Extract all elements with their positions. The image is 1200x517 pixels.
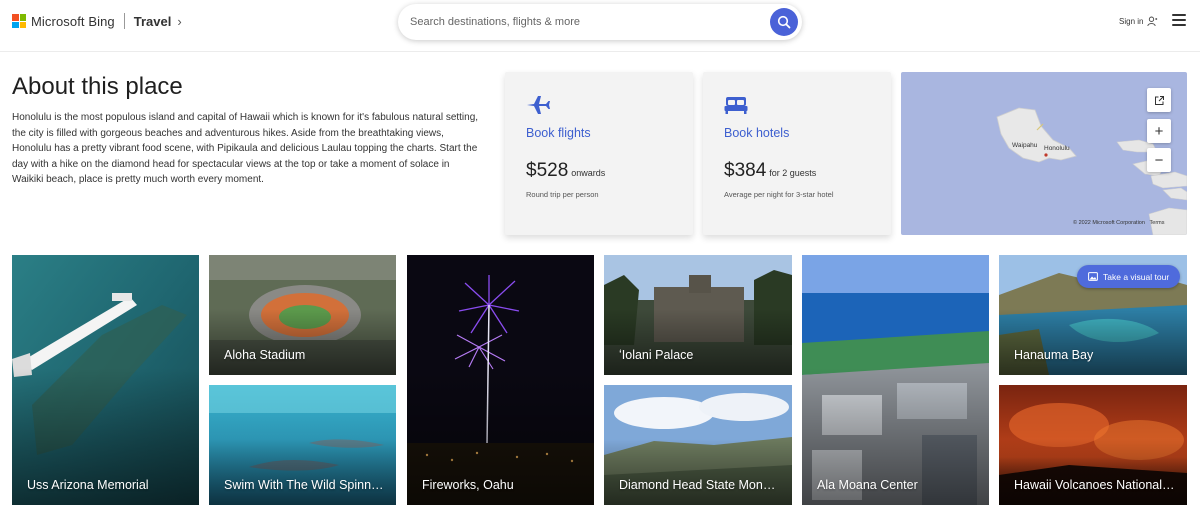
visual-tour-button[interactable]: Take a visual tour bbox=[1077, 265, 1181, 288]
attraction-tile-iolani-palace[interactable]: ʻIolani Palace bbox=[604, 255, 792, 375]
zoom-in-button[interactable]: + bbox=[1147, 119, 1171, 143]
about-description: Honolulu is the most populous island and… bbox=[12, 112, 479, 185]
attraction-tile-fireworks[interactable]: Fireworks, Oahu bbox=[407, 255, 594, 505]
attraction-tile-aloha-stadium[interactable]: Aloha Stadium bbox=[209, 255, 396, 375]
attraction-label: Hanauma Bay bbox=[1014, 348, 1094, 362]
travel-section-link[interactable]: Travel bbox=[134, 14, 172, 29]
attraction-tile-ala-moana[interactable]: Ala Moana Center bbox=[802, 255, 989, 505]
flight-price: $528 onwards bbox=[526, 160, 606, 181]
attraction-label: Swim With The Wild Spinner Dolphins bbox=[224, 478, 386, 492]
top-bar: Microsoft Bing Travel › Sign in bbox=[0, 0, 1200, 52]
open-map-button[interactable] bbox=[1147, 88, 1171, 112]
bed-icon bbox=[724, 97, 748, 114]
search-input[interactable] bbox=[410, 4, 760, 40]
attraction-label: ʻIolani Palace bbox=[619, 348, 694, 362]
hamburger-menu-icon[interactable] bbox=[1172, 14, 1186, 26]
attraction-label: Diamond Head State Monument bbox=[619, 478, 782, 492]
attraction-tile-uss-arizona[interactable]: Uss Arizona Memorial bbox=[12, 255, 199, 505]
image-gallery-icon bbox=[1088, 272, 1098, 281]
attraction-label: Uss Arizona Memorial bbox=[27, 478, 149, 492]
visual-tour-label: Take a visual tour bbox=[1103, 271, 1170, 282]
search-box bbox=[398, 4, 802, 40]
map-land-shapes bbox=[996, 107, 1187, 235]
attraction-label: Aloha Stadium bbox=[224, 348, 306, 362]
search-icon bbox=[777, 15, 791, 29]
external-link-icon bbox=[1154, 95, 1164, 105]
airplane-icon bbox=[527, 96, 550, 114]
zoom-out-button[interactable]: − bbox=[1147, 148, 1171, 172]
attraction-label: Ala Moana Center bbox=[817, 478, 918, 492]
attraction-tile-diamond-head[interactable]: Diamond Head State Monument bbox=[604, 385, 792, 505]
map-copyright: © 2022 Microsoft Corporation Terms bbox=[1073, 220, 1165, 226]
page-title: About this place bbox=[12, 73, 183, 100]
sign-in-button[interactable]: Sign in bbox=[1119, 16, 1158, 27]
flight-price-note: Round trip per person bbox=[526, 190, 599, 199]
chevron-right-icon[interactable]: › bbox=[177, 14, 181, 29]
map-label-waipahu: Waipahu bbox=[1012, 142, 1038, 149]
book-hotels-link[interactable]: Book hotels bbox=[724, 126, 789, 140]
attraction-label: Fireworks, Oahu bbox=[422, 478, 514, 492]
map-label-honolulu: Honolulu bbox=[1044, 145, 1070, 152]
book-flights-link[interactable]: Book flights bbox=[526, 126, 591, 140]
book-flights-card[interactable]: Book flights $528 onwards Round trip per … bbox=[505, 72, 693, 235]
book-hotels-card[interactable]: Book hotels $384 for 2 guests Average per… bbox=[703, 72, 891, 235]
hotel-price-note: Average per night for 3-star hotel bbox=[724, 190, 834, 199]
brand-divider bbox=[123, 13, 125, 29]
user-icon bbox=[1147, 16, 1158, 27]
location-map[interactable]: Waipahu Honolulu + − © 2022 Microsoft Co… bbox=[901, 72, 1187, 235]
brand-name: Microsoft Bing bbox=[31, 13, 115, 29]
attraction-tile-dolphins[interactable]: Swim With The Wild Spinner Dolphins bbox=[209, 385, 396, 505]
attraction-label: Hawaii Volcanoes National Park bbox=[1014, 478, 1177, 492]
sign-in-label: Sign in bbox=[1119, 17, 1144, 26]
hotel-price: $384 for 2 guests bbox=[724, 160, 817, 181]
map-terms-link[interactable]: Terms bbox=[1150, 220, 1165, 226]
search-button[interactable] bbox=[770, 8, 798, 36]
microsoft-logo-icon bbox=[12, 14, 26, 28]
brand[interactable]: Microsoft Bing Travel › bbox=[12, 12, 182, 30]
attraction-tile-volcanoes[interactable]: Hawaii Volcanoes National Park bbox=[999, 385, 1187, 505]
